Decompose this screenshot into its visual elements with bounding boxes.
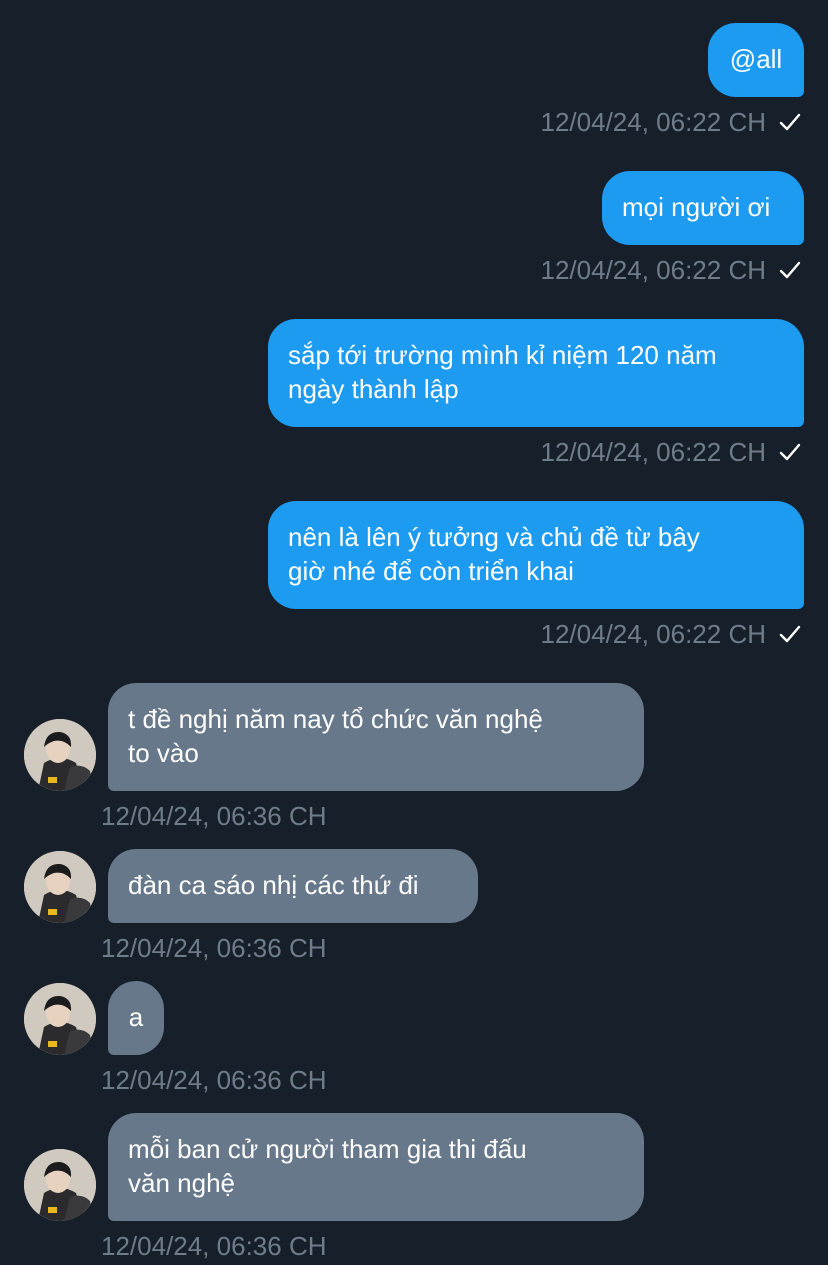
- message-meta: 12/04/24, 06:22 CH: [541, 437, 803, 467]
- avatar[interactable]: [24, 983, 96, 1055]
- avatar-image: [24, 1149, 96, 1221]
- message-meta: 12/04/24, 06:22 CH: [541, 107, 803, 137]
- message-bubble-outgoing[interactable]: mọi người ơi: [602, 171, 804, 245]
- message-timestamp: 12/04/24, 06:36 CH: [101, 1065, 327, 1095]
- message-meta: 12/04/24, 06:22 CH: [541, 255, 803, 285]
- message-bubble-incoming[interactable]: đàn ca sáo nhị các thứ đi: [108, 849, 478, 923]
- checkmark-icon: [779, 261, 801, 279]
- message-timestamp: 12/04/24, 06:36 CH: [101, 801, 327, 831]
- message-bubble-outgoing[interactable]: nên là lên ý tưởng và chủ đề từ bây giờ …: [268, 501, 804, 609]
- checkmark-icon: [779, 113, 801, 131]
- message-timestamp: 12/04/24, 06:22 CH: [540, 619, 767, 649]
- checkmark-icon: [779, 443, 801, 461]
- message-timestamp: 12/04/24, 06:36 CH: [101, 933, 327, 963]
- avatar-image: [24, 983, 96, 1055]
- message-timestamp: 12/04/24, 06:22 CH: [540, 437, 767, 467]
- avatar[interactable]: [24, 851, 96, 923]
- avatar-image: [24, 851, 96, 923]
- message-bubble-outgoing[interactable]: sắp tới trường mình kỉ niệm 120 năm ngày…: [268, 319, 804, 427]
- avatar[interactable]: [24, 1149, 96, 1221]
- message-timestamp: 12/04/24, 06:22 CH: [540, 107, 767, 137]
- message-bubble-incoming[interactable]: mỗi ban cử người tham gia thi đấu văn ng…: [108, 1113, 644, 1221]
- message-bubble-incoming[interactable]: a: [108, 981, 164, 1055]
- message-timestamp: 12/04/24, 06:22 CH: [540, 255, 767, 285]
- avatar-image: [24, 719, 96, 791]
- message-timestamp: 12/04/24, 06:36 CH: [101, 1231, 327, 1261]
- message-bubble-outgoing[interactable]: @all: [708, 23, 804, 97]
- chat-thread: @all 12/04/24, 06:22 CH mọi người ơi 12/…: [0, 0, 828, 1265]
- message-meta: 12/04/24, 06:22 CH: [541, 619, 803, 649]
- message-bubble-incoming[interactable]: t đề nghị năm nay tổ chức văn nghệ to và…: [108, 683, 644, 791]
- avatar[interactable]: [24, 719, 96, 791]
- checkmark-icon: [779, 625, 801, 643]
